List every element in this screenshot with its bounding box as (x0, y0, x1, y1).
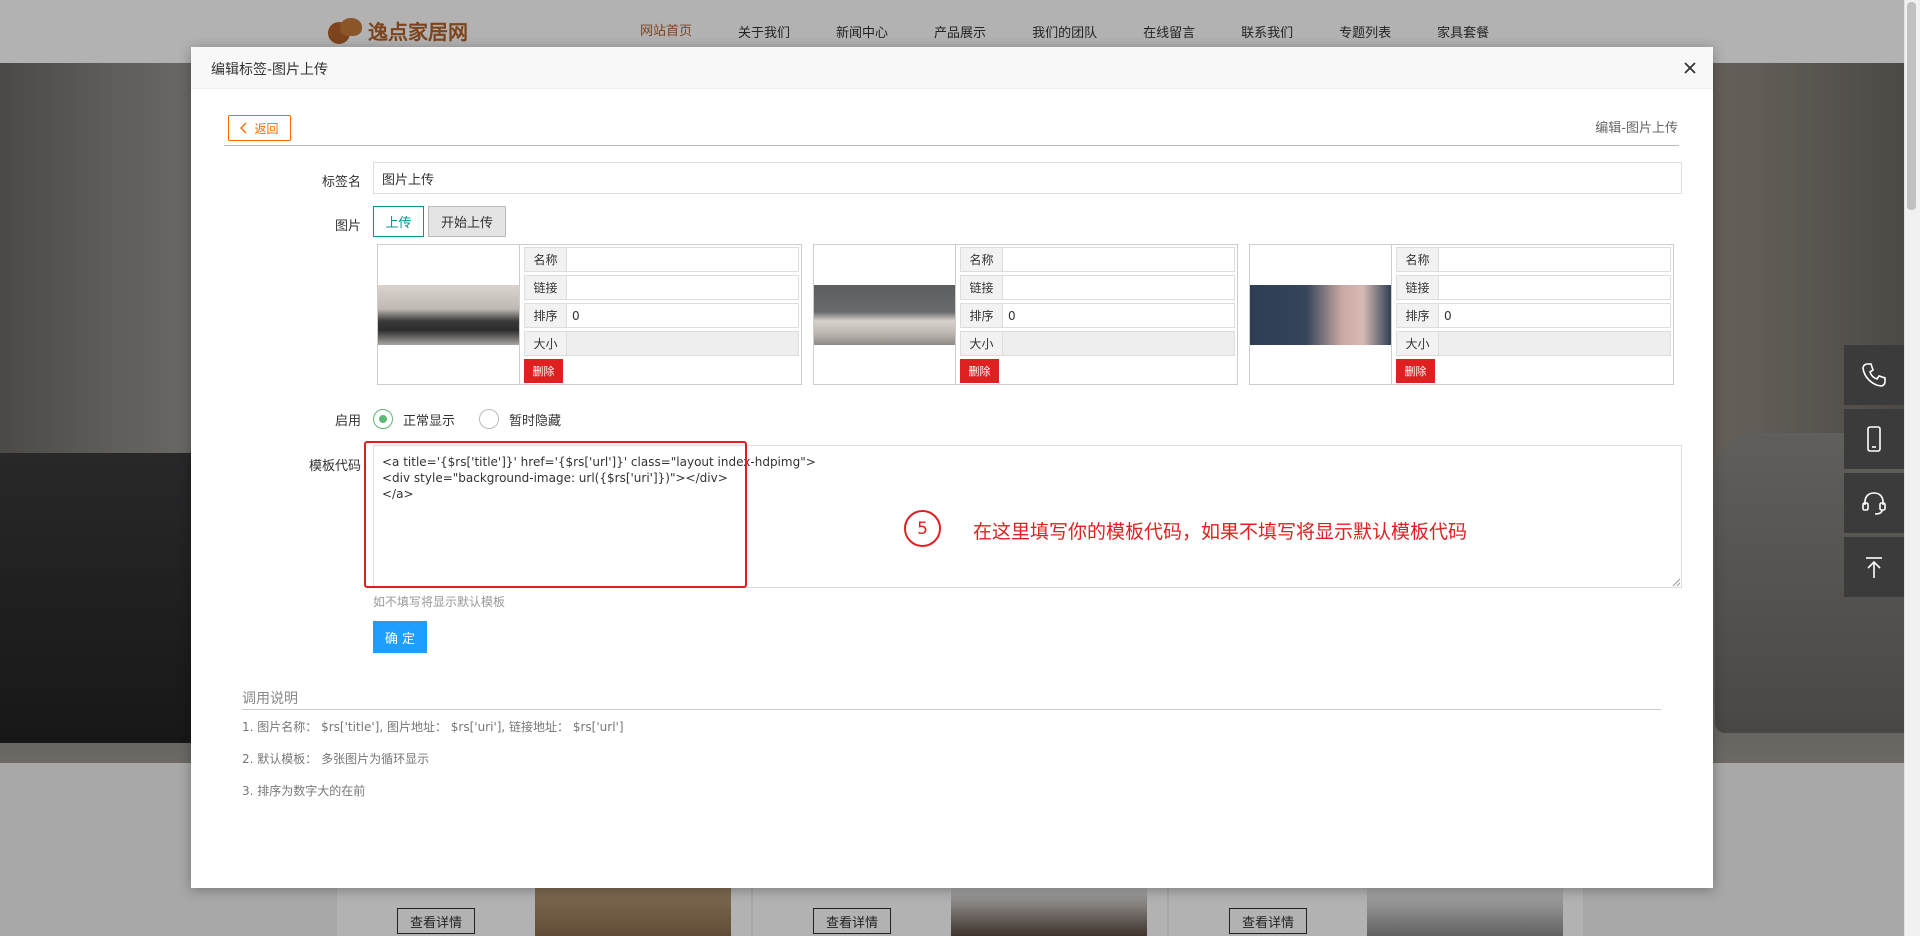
sofa-thumbnail[interactable] (1250, 284, 1391, 345)
size-field (1439, 331, 1671, 356)
order-field[interactable]: 0 (567, 303, 799, 328)
breadcrumb: 编辑-图片上传 (1595, 121, 1678, 136)
radio-hide[interactable]: 暂时隐藏 (479, 409, 561, 429)
annotation-text: 在这里填写你的模板代码，如果不填写将显示默认模板代码 (973, 521, 1468, 543)
usage-title: 调用说明 (242, 691, 298, 707)
order-field[interactable]: 0 (1439, 303, 1671, 328)
divider (224, 145, 1679, 146)
size-field (1003, 331, 1235, 356)
link-key: 链接 (524, 275, 567, 300)
upload-button[interactable]: 上传 (373, 206, 424, 237)
delete-button[interactable]: 删除 (524, 359, 563, 383)
size-key: 大小 (1396, 331, 1439, 356)
resize-grip-icon[interactable] (1672, 578, 1681, 587)
name-field[interactable] (1003, 247, 1235, 272)
radio-show[interactable]: 正常显示 (373, 409, 455, 429)
link-field[interactable] (1439, 275, 1671, 300)
headset-icon (1862, 492, 1886, 515)
thumb-frame (378, 245, 520, 384)
link-field[interactable] (567, 275, 799, 300)
name-field[interactable] (1439, 247, 1671, 272)
radio-checked-icon (373, 409, 393, 429)
radio-show-label: 正常显示 (403, 413, 456, 429)
phone-button[interactable] (1844, 345, 1904, 405)
mobile-icon (1867, 426, 1881, 452)
enable-label: 启用 (334, 414, 361, 429)
image-card: 名称 链接 排序 0 大小 删除 (1249, 244, 1674, 385)
name-key: 名称 (524, 247, 567, 272)
annotation-step-number: 5 (904, 510, 941, 547)
close-icon[interactable] (1679, 57, 1701, 79)
usage-item: 3. 排序为数字大的在前 (242, 784, 366, 798)
sofa-thumbnail[interactable] (814, 284, 955, 345)
order-key: 排序 (524, 303, 567, 328)
link-key: 链接 (960, 275, 1003, 300)
edit-tag-dialog: 编辑标签-图片上传 返回 编辑-图片上传 标签名 图片 上传 开始上传 名称 链… (191, 47, 1713, 888)
image-card: 名称 链接 排序 0 大小 删除 (813, 244, 1238, 385)
usage-item: 2. 默认模板： 多张图片为循环显示 (242, 752, 430, 766)
service-button[interactable] (1844, 473, 1904, 533)
back-button[interactable]: 返回 (228, 115, 291, 141)
sofa-thumbnail[interactable] (378, 284, 519, 345)
back-to-top-button[interactable] (1844, 537, 1904, 597)
scrollbar-thumb[interactable] (1907, 2, 1916, 210)
back-to-top-icon (1866, 557, 1882, 578)
chevron-left-icon (240, 122, 247, 134)
size-field (567, 331, 799, 356)
template-hint: 如不填写将显示默认模板 (373, 595, 506, 609)
tag-name-label: 标签名 (321, 175, 361, 190)
size-key: 大小 (524, 331, 567, 356)
name-key: 名称 (1396, 247, 1439, 272)
start-upload-button[interactable]: 开始上传 (428, 206, 506, 237)
phone-icon (1862, 363, 1886, 387)
thumb-frame (814, 245, 956, 384)
name-field[interactable] (567, 247, 799, 272)
dialog-title: 编辑标签-图片上传 (211, 62, 329, 78)
link-field[interactable] (1003, 275, 1235, 300)
back-label: 返回 (254, 121, 279, 136)
usage-divider (242, 709, 1661, 710)
link-key: 链接 (1396, 275, 1439, 300)
order-field[interactable]: 0 (1003, 303, 1235, 328)
size-key: 大小 (960, 331, 1003, 356)
delete-button[interactable]: 删除 (960, 359, 999, 383)
template-code-label: 模板代码 (308, 459, 361, 474)
name-key: 名称 (960, 247, 1003, 272)
side-toolbar (1844, 345, 1904, 601)
image-label: 图片 (334, 219, 361, 234)
tag-name-input[interactable] (373, 162, 1682, 194)
confirm-button[interactable]: 确 定 (373, 621, 427, 653)
order-key: 排序 (960, 303, 1003, 328)
usage-item: 1. 图片名称： $rs['title'], 图片地址： $rs['uri'],… (242, 720, 624, 734)
dialog-titlebar: 编辑标签-图片上传 (191, 47, 1713, 89)
thumb-frame (1250, 245, 1392, 384)
radio-unchecked-icon (479, 409, 499, 429)
image-card: 名称 链接 排序 0 大小 删除 (377, 244, 802, 385)
order-key: 排序 (1396, 303, 1439, 328)
mobile-button[interactable] (1844, 409, 1904, 469)
radio-hide-label: 暂时隐藏 (509, 413, 562, 429)
annotation-highlight-box (364, 441, 747, 588)
delete-button[interactable]: 删除 (1396, 359, 1435, 383)
